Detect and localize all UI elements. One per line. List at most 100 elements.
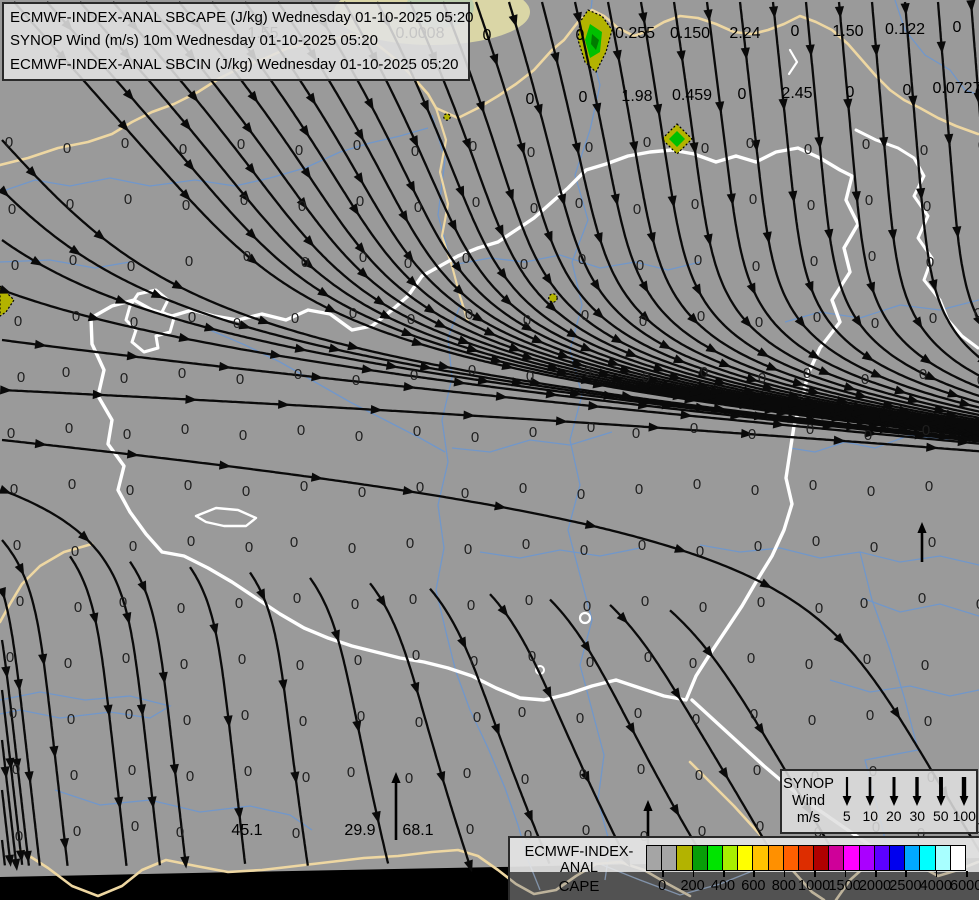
cin-zero-label: 0 xyxy=(695,767,703,784)
cape-tick xyxy=(936,871,938,877)
cin-zero-label: 0 xyxy=(299,713,307,730)
cape-color-cell xyxy=(692,845,708,871)
cin-zero-label: 0 xyxy=(5,134,13,151)
cin-zero-label: 0 xyxy=(643,134,651,151)
cin-zero-label: 0 xyxy=(523,312,531,329)
cin-zero-label: 0 xyxy=(186,768,194,785)
cin-zero-label: 0 xyxy=(756,818,764,835)
cin-zero-label: 0 xyxy=(587,419,595,436)
cin-zero-label: 0 xyxy=(62,364,70,381)
station-value-label: 0 xyxy=(791,23,800,40)
cin-zero-label: 0 xyxy=(239,427,247,444)
cape-color-cell xyxy=(661,845,677,871)
cape-spot xyxy=(444,114,450,120)
wind-speed-item: 50 xyxy=(929,771,953,832)
cin-zero-label: 0 xyxy=(691,196,699,213)
cin-zero-label: 0 xyxy=(179,141,187,158)
cin-zero-label: 0 xyxy=(131,818,139,835)
station-value-label: 0.0727 xyxy=(933,80,979,97)
cin-zero-label: 0 xyxy=(14,313,22,330)
cin-zero-label: 0 xyxy=(632,425,640,442)
cin-zero-label: 0 xyxy=(245,539,253,556)
station-value-label: 0 xyxy=(576,27,585,44)
cin-zero-label: 0 xyxy=(188,309,196,326)
station-value-label: 2.24 xyxy=(729,25,760,42)
cin-zero-label: 0 xyxy=(295,142,303,159)
cin-zero-label: 0 xyxy=(300,478,308,495)
cape-color-cell xyxy=(935,845,951,871)
wind-legend-title-line: SYNOP xyxy=(782,776,835,793)
cin-zero-label: 0 xyxy=(633,201,641,218)
cin-zero-label: 0 xyxy=(806,421,814,438)
down-arrow-icon xyxy=(862,775,878,807)
station-value-label: 1.50 xyxy=(832,23,863,40)
weather-map: 0 0 0 0 0 0 0 0 0 0 0 0 0 0 0 0 0 0 0 0 0 0 0 0 0 0 0 0 0 0 0 0 0 0 0 0 0 0 0 0… xyxy=(0,0,979,900)
title-overlay: ECMWF-INDEX-ANAL SBCAPE (J/kg) Wednesday… xyxy=(2,2,470,81)
cin-zero-label: 0 xyxy=(347,764,355,781)
cape-color-cell xyxy=(752,845,768,871)
cin-zero-label: 0 xyxy=(349,305,357,322)
cin-zero-label: 0 xyxy=(923,198,931,215)
cin-zero-label: 0 xyxy=(635,481,643,498)
cin-zero-label: 0 xyxy=(7,425,15,442)
title-line-sbcin: ECMWF-INDEX-ANAL SBCIN (J/kg) Wednesday … xyxy=(10,53,462,76)
cin-zero-label: 0 xyxy=(358,484,366,501)
cin-zero-label: 0 xyxy=(812,533,820,550)
cin-zero-label: 0 xyxy=(355,428,363,445)
cin-zero-label: 0 xyxy=(815,600,823,617)
cin-zero-label: 0 xyxy=(579,766,587,783)
cin-zero-label: 0 xyxy=(583,598,591,615)
cin-zero-label: 0 xyxy=(639,313,647,330)
cin-zero-label: 0 xyxy=(461,485,469,502)
cin-zero-label: 0 xyxy=(527,144,535,161)
cin-zero-label: 0 xyxy=(749,191,757,208)
cin-zero-label: 0 xyxy=(185,253,193,270)
wind-legend-title: SYNOP Wind m/s xyxy=(782,771,835,832)
cin-zero-label: 0 xyxy=(126,482,134,499)
cin-zero-label: 0 xyxy=(301,254,309,271)
cin-zero-label: 0 xyxy=(71,543,79,560)
cin-zero-label: 0 xyxy=(585,139,593,156)
cape-color-cell xyxy=(783,845,799,871)
station-value-label: 0 xyxy=(953,19,962,36)
station-value-label: 0.122 xyxy=(885,21,925,38)
cin-zero-label: 0 xyxy=(813,309,821,326)
cin-zero-label: 0 xyxy=(63,140,71,157)
station-value-label: 0 xyxy=(526,91,535,108)
wind-speed-item: 30 xyxy=(906,771,930,832)
cin-zero-label: 0 xyxy=(120,370,128,387)
cin-zero-label: 0 xyxy=(866,707,874,724)
cin-zero-label: 0 xyxy=(176,824,184,841)
cin-zero-label: 0 xyxy=(17,369,25,386)
cin-zero-label: 0 xyxy=(64,655,72,672)
cape-tick xyxy=(723,871,725,877)
cin-zero-label: 0 xyxy=(584,363,592,380)
cape-tick xyxy=(814,871,816,877)
cape-tick xyxy=(693,871,695,877)
cin-zero-label: 0 xyxy=(522,536,530,553)
cape-color-cell xyxy=(798,845,814,871)
down-arrow-icon xyxy=(933,775,949,807)
down-arrow-icon xyxy=(839,775,855,807)
cin-zero-label: 0 xyxy=(701,140,709,157)
station-value-label: 45.1 xyxy=(231,822,262,839)
cin-zero-label: 0 xyxy=(294,366,302,383)
cin-zero-label: 0 xyxy=(644,649,652,666)
cape-color-cell xyxy=(707,845,723,871)
cin-zero-label: 0 xyxy=(700,364,708,381)
cin-zero-label: 0 xyxy=(74,599,82,616)
cin-zero-label: 0 xyxy=(233,315,241,332)
cin-zero-label: 0 xyxy=(926,254,934,271)
cin-zero-label: 0 xyxy=(867,483,875,500)
cape-tick xyxy=(784,871,786,877)
cin-zero-label: 0 xyxy=(528,648,536,665)
station-value-label: 68.1 xyxy=(402,822,433,839)
cin-zero-label: 0 xyxy=(865,192,873,209)
cin-zero-label: 0 xyxy=(870,539,878,556)
cin-zero-label: 0 xyxy=(754,538,762,555)
cin-zero-label: 0 xyxy=(119,594,127,611)
weather-map-window: 0 0 0 0 0 0 0 0 0 0 0 0 0 0 0 0 0 0 0 0 0 0 0 0 0 0 0 0 0 0 0 0 0 0 0 0 0 0 0 0… xyxy=(0,0,979,900)
cin-zero-label: 0 xyxy=(404,255,412,272)
cape-tick-label: 6000 xyxy=(944,878,979,894)
cin-zero-label: 0 xyxy=(529,424,537,441)
